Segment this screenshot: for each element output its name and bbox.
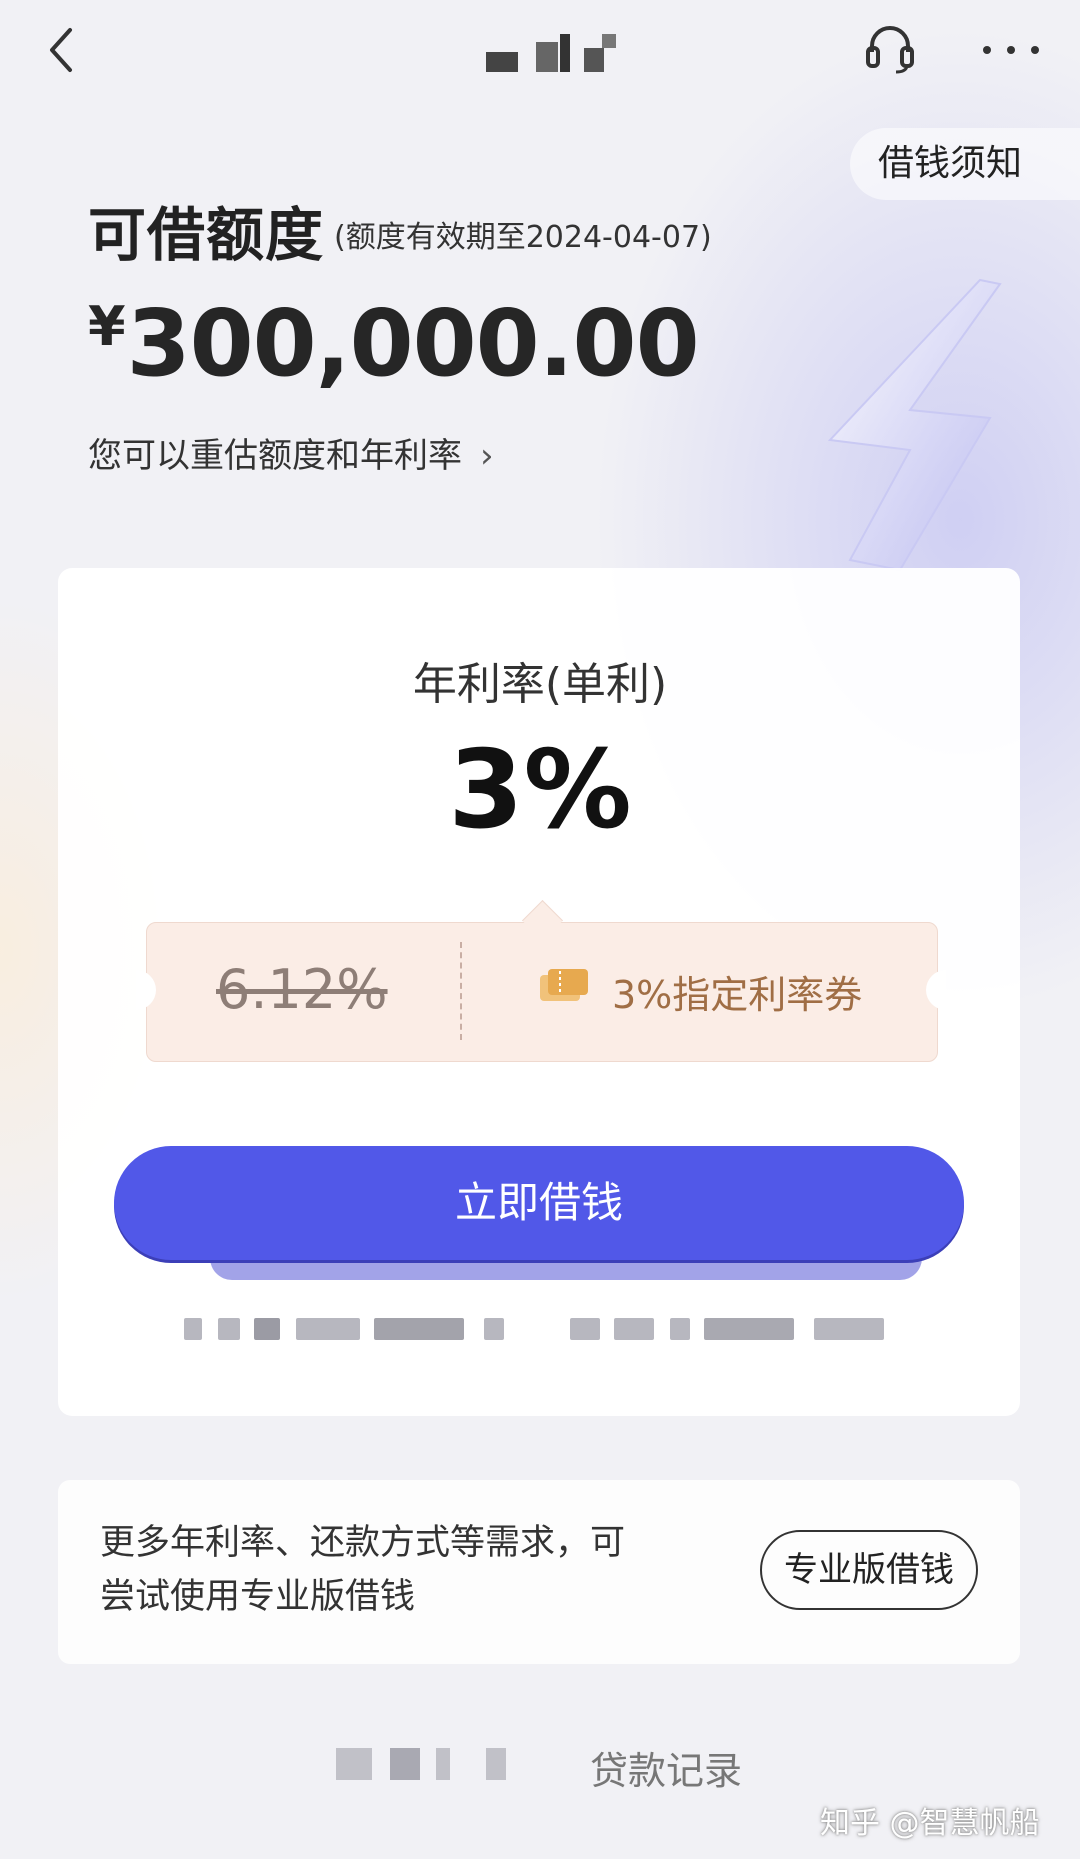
headset-icon xyxy=(866,26,914,74)
credit-amount: ¥300,000.00 xyxy=(88,290,700,397)
page-title-blurred xyxy=(480,30,630,80)
ticket-icon xyxy=(540,969,588,1001)
pro-version-borrow-button[interactable]: 专业版借钱 xyxy=(760,1530,978,1610)
coupon-label: 3%指定利率券 xyxy=(612,973,863,1017)
chevron-left-icon xyxy=(50,28,72,72)
coupon-divider xyxy=(460,942,462,1040)
credit-limit-title: 可借额度 xyxy=(88,201,325,269)
credit-amount-value: 300,000.00 xyxy=(126,290,700,397)
original-rate: 6.12% xyxy=(216,958,388,1021)
watermark: 知乎 @智慧帆船 xyxy=(820,1806,1040,1841)
borrow-now-button[interactable]: 立即借钱 xyxy=(114,1146,964,1260)
annual-rate-value: 3% xyxy=(448,728,632,853)
more-dots-icon xyxy=(983,46,1039,54)
blurred-disclaimer xyxy=(184,1310,896,1348)
annual-rate-label: 年利率(单利) xyxy=(412,659,668,710)
customer-service-button[interactable] xyxy=(862,20,918,76)
reassess-text: 您可以重估额度和年利率 xyxy=(88,436,462,476)
currency-symbol: ¥ xyxy=(88,295,126,358)
decorative-lightning-icon xyxy=(827,278,1002,572)
pro-version-description: 更多年利率、还款方式等需求，可 尝试使用专业版借钱 xyxy=(100,1516,700,1624)
credit-validity-text: (额度有效期至2024-04-07) xyxy=(334,220,712,255)
borrowing-notice-tab[interactable]: 借钱须知 xyxy=(850,128,1080,200)
reassess-link[interactable]: 您可以重估额度和年利率 › xyxy=(88,428,494,477)
button-shadow xyxy=(210,1258,922,1280)
pro-text-line-2: 尝试使用专业版借钱 xyxy=(100,1577,416,1617)
more-button[interactable] xyxy=(975,20,1047,76)
pro-text-line-1: 更多年利率、还款方式等需求，可 xyxy=(100,1523,626,1563)
back-button[interactable] xyxy=(40,20,84,80)
chevron-right-icon: › xyxy=(480,436,494,476)
loan-records-link[interactable]: 贷款记录 xyxy=(590,1740,742,1795)
blurred-link[interactable] xyxy=(336,1744,526,1784)
